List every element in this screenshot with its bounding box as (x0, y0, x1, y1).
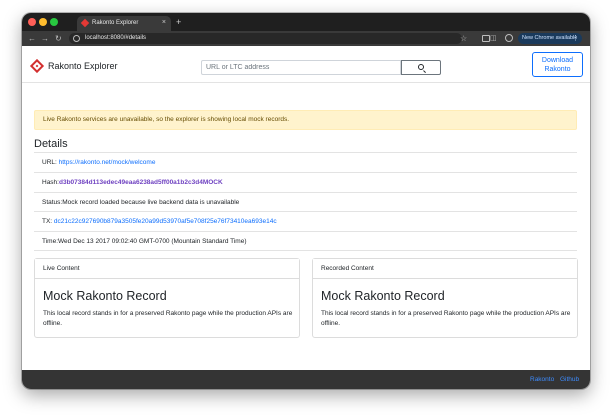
url-link[interactable]: https://rakonto.net/mock/welcome (59, 159, 156, 166)
side-panel-icon[interactable]: ◫ (490, 32, 497, 45)
tab-title: Rakonto Explorer (92, 20, 139, 26)
alert-text: Live Rakonto services are unavailable, s… (43, 116, 290, 123)
detail-row-time: Time:Wed Dec 13 2017 09:02:40 GMT-0700 (… (34, 231, 577, 251)
detail-row-tx: TX: dc21c22c927690b879a3505fe20a99d53970… (34, 211, 577, 230)
live-content-text: This local record stands in for a preser… (43, 310, 293, 327)
update-chrome-button[interactable]: New Chrome available ⋮ (518, 33, 582, 44)
footer-link-rakonto[interactable]: Rakonto (530, 364, 554, 389)
tx-link[interactable]: dc21c22c927690b879a3505fe20a99d53970af5e… (54, 218, 277, 225)
recorded-content-header: Recorded Content (313, 259, 577, 279)
back-icon[interactable]: ← (28, 32, 36, 45)
status-label: Status: (42, 199, 63, 206)
status-value: Mock record loaded because live backend … (62, 199, 240, 206)
tx-label: TX: (42, 218, 54, 225)
favicon-icon (80, 18, 90, 28)
download-rakonto-button[interactable]: Download Rakonto (532, 52, 583, 77)
bookmark-star-icon[interactable]: ☆ (460, 32, 467, 45)
search-button[interactable] (401, 60, 441, 75)
close-window-button[interactable] (28, 18, 36, 26)
detail-row-status: Status:Mock record loaded because live b… (34, 192, 577, 211)
footer-link-github[interactable]: Github (560, 364, 579, 389)
hash-link[interactable]: d3b07384d113edec49eaa6238ad5ff00a1b2c3d4… (59, 179, 223, 186)
live-content-card: Live Content Mock Rakonto Record This lo… (34, 258, 300, 338)
hash-label: Hash: (42, 179, 59, 186)
maximize-window-button[interactable] (50, 18, 58, 26)
browser-toolbar: ← → ↻ localhost:8080/#details ☆ ◫ New Ch… (22, 31, 590, 46)
footer: Rakonto Github (22, 370, 590, 389)
profile-icon[interactable] (505, 34, 513, 42)
tab-strip: Rakonto Explorer × + (22, 13, 590, 31)
recorded-content-text: This local record stands in for a preser… (321, 310, 571, 327)
recorded-content-card: Recorded Content Mock Rakonto Record Thi… (312, 258, 578, 338)
rakonto-logo-icon[interactable] (29, 58, 45, 74)
address-text[interactable]: localhost:8080/#details (85, 33, 146, 44)
new-tab-button[interactable]: + (176, 16, 181, 28)
reload-icon[interactable]: ↻ (55, 32, 62, 45)
browser-window: Rakonto Explorer × + ← → ↻ localhost:808… (22, 13, 590, 389)
forward-icon[interactable]: → (41, 32, 49, 45)
recorded-content-title: Mock Rakonto Record (321, 289, 445, 303)
address-bar[interactable]: localhost:8080/#details (69, 33, 462, 44)
live-content-header: Live Content (35, 259, 299, 279)
update-chrome-label: New Chrome available (522, 35, 578, 41)
minimize-window-button[interactable] (39, 18, 47, 26)
page-content: Rakonto Explorer Download Rakonto Live R… (22, 46, 590, 389)
tab-rakonto-explorer[interactable]: Rakonto Explorer × (77, 16, 171, 31)
detail-row-hash: Hash:d3b07384d113edec49eaa6238ad5ff00a1b… (34, 172, 577, 191)
navbar: Rakonto Explorer Download Rakonto (22, 46, 590, 83)
search-icon (418, 64, 424, 70)
extensions-icon[interactable] (482, 35, 490, 42)
menu-dots-icon[interactable]: ⋮ (572, 33, 579, 44)
time-label: Time: (42, 238, 59, 245)
detail-row-url: URL: https://rakonto.net/mock/welcome (34, 152, 577, 171)
live-content-title: Mock Rakonto Record (43, 289, 167, 303)
mock-data-alert: Live Rakonto services are unavailable, s… (34, 110, 577, 130)
details-heading: Details (34, 138, 68, 150)
brand-name[interactable]: Rakonto Explorer (48, 60, 118, 72)
tab-close-icon[interactable]: × (162, 17, 166, 28)
site-info-icon[interactable] (73, 35, 80, 42)
time-value: Wed Dec 13 2017 09:02:40 GMT-0700 (Mount… (58, 238, 247, 245)
url-label: URL: (42, 159, 59, 166)
search-input[interactable] (201, 60, 401, 75)
